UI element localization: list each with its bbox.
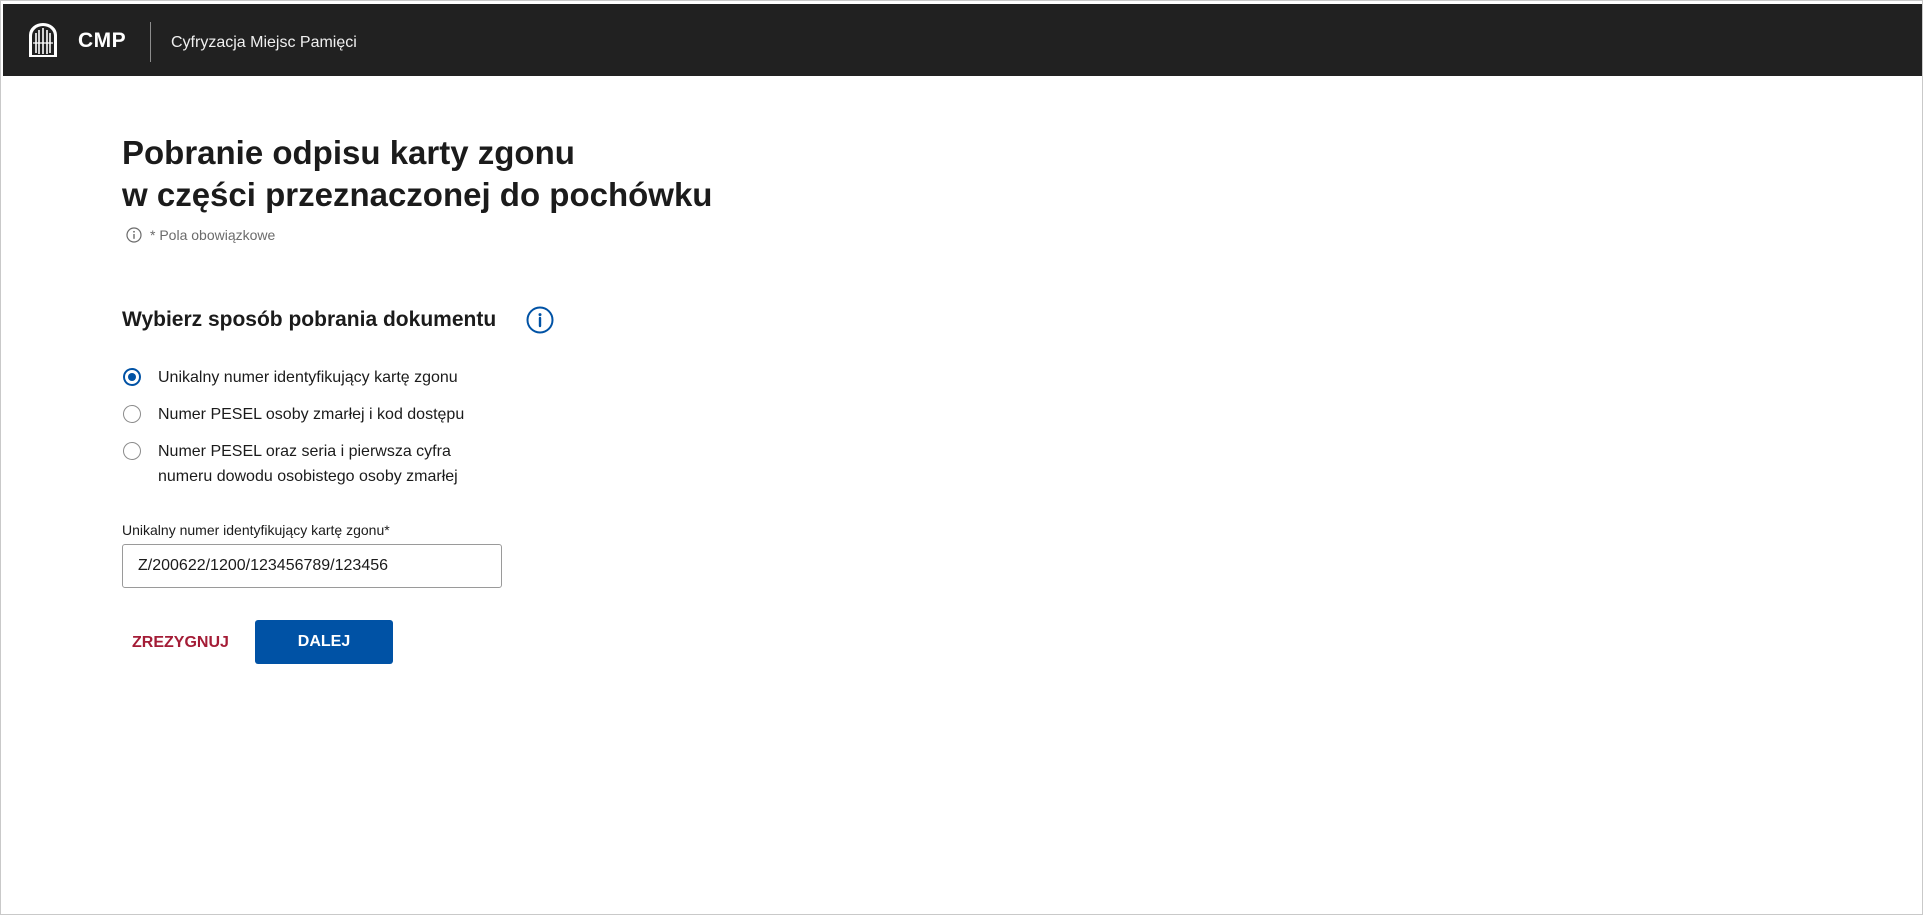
radio-label-line: Numer PESEL osoby zmarłej i kod dostępu	[158, 406, 465, 423]
radio-button[interactable]	[123, 442, 141, 460]
radio-option-unique-number[interactable]: Unikalny numer identyfikujący kartę zgon…	[123, 367, 458, 390]
top-bar: CMP Cyfryzacja Miejsc Pamięci	[3, 4, 1922, 76]
cancel-button[interactable]: ZREZYGNUJ	[122, 621, 239, 664]
radio-label-line: Numer PESEL oraz seria i pierwsza cyfra	[158, 443, 451, 460]
info-icon[interactable]	[526, 306, 554, 334]
page-frame: CMP Cyfryzacja Miejsc Pamięci Pobranie o…	[0, 0, 1923, 915]
page-title-line-2: w części przeznaczonej do pochówku	[122, 176, 713, 213]
next-button[interactable]: DALEJ	[255, 620, 393, 664]
brand-name: CMP	[78, 29, 127, 52]
eagle-emblem-icon[interactable]	[27, 21, 59, 59]
field-label: Unikalny numer identyfikujący kartę zgon…	[122, 522, 390, 538]
section-title: Wybierz sposób pobrania dokumentu	[122, 308, 497, 331]
radio-label-line: Unikalny numer identyfikujący kartę zgon…	[158, 369, 458, 386]
required-fields-note: * Pola obowiązkowe	[126, 227, 275, 243]
required-fields-text: * Pola obowiązkowe	[150, 227, 276, 243]
page-title: Pobranie odpisu karty zgonu w części prz…	[122, 132, 712, 216]
brand-subtitle: Cyfryzacja Miejsc Pamięci	[171, 34, 357, 51]
info-icon	[126, 227, 142, 243]
radio-label-line: numeru dowodu osobistego osoby zmarłej	[158, 468, 458, 485]
radio-button[interactable]	[123, 405, 141, 423]
radio-label: Unikalny numer identyfikujący kartę zgon…	[158, 365, 458, 390]
radio-label: Numer PESEL oraz seria i pierwsza cyfra …	[158, 439, 458, 489]
header-divider	[150, 22, 151, 62]
radio-option-pesel-id-series[interactable]: Numer PESEL oraz seria i pierwsza cyfra …	[123, 441, 458, 489]
radio-option-pesel-access-code[interactable]: Numer PESEL osoby zmarłej i kod dostępu	[123, 404, 464, 427]
page-title-line-1: Pobranie odpisu karty zgonu	[122, 134, 575, 171]
death-card-number-input[interactable]	[122, 544, 502, 588]
radio-label: Numer PESEL osoby zmarłej i kod dostępu	[158, 402, 464, 427]
radio-button-checked[interactable]	[123, 368, 141, 386]
